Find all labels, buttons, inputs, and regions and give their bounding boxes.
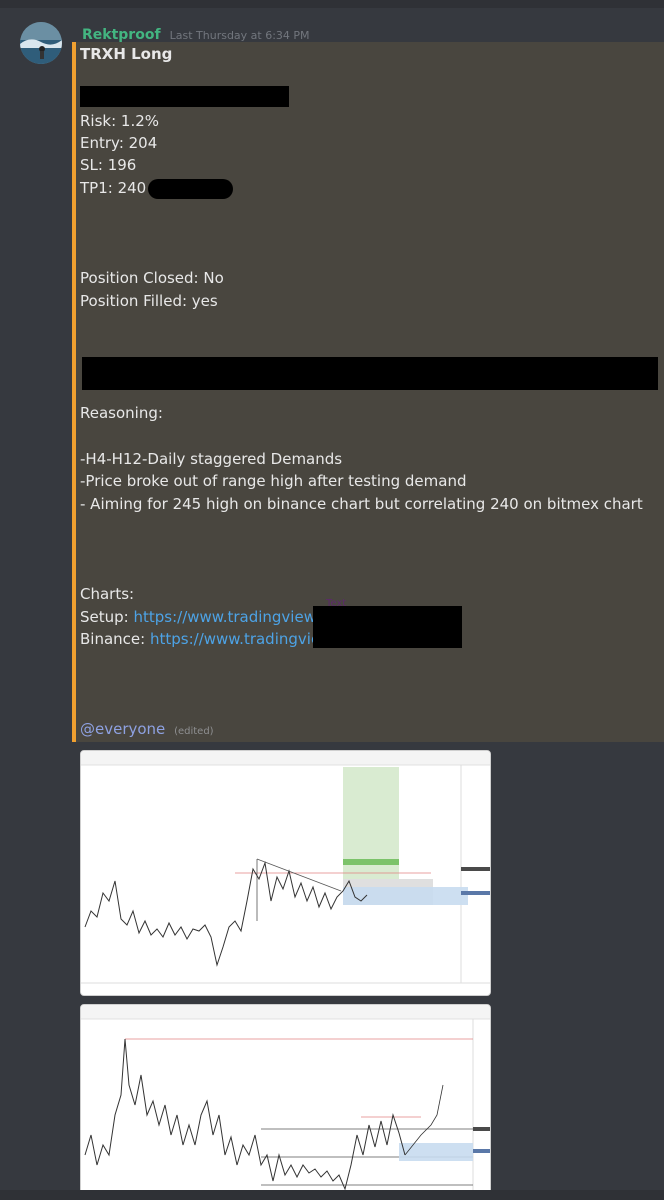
reason-item: -Price broke out of range high after tes… — [80, 472, 467, 490]
chart-image-setup[interactable] — [80, 750, 491, 996]
entry-line: Entry: 204 — [80, 134, 158, 152]
redacted-block — [313, 606, 462, 648]
everyone-mention[interactable]: @everyone — [80, 720, 165, 738]
profile-avatar-icon — [20, 22, 62, 64]
bottom-divider — [0, 1190, 664, 1200]
message-header: Rektproof Last Thursday at 6:34 PM — [82, 24, 310, 43]
charts-heading: Charts: — [80, 585, 135, 603]
position-closed-line: Position Closed: No — [80, 269, 224, 287]
binance-link[interactable]: https://www.tradingview — [150, 630, 332, 648]
timestamp[interactable]: Last Thursday at 6:34 PM — [170, 29, 310, 42]
reason-item: -H4-H12-Daily staggered Demands — [80, 450, 343, 468]
setup-link[interactable]: https://www.tradingview. — [134, 608, 320, 626]
setup-label: Setup: — [80, 608, 129, 626]
overlay-text: Text — [326, 598, 347, 609]
chart-image-binance[interactable] — [80, 1004, 491, 1196]
chart-image-setup-graphic — [81, 751, 490, 995]
username[interactable]: Rektproof — [82, 27, 161, 43]
risk-line: Risk: 1.2% — [80, 112, 160, 130]
setup-line: Setup: https://www.tradingview. — [80, 608, 319, 626]
reasoning-heading: Reasoning: — [80, 404, 163, 422]
sl-line: SL: 196 — [80, 156, 137, 174]
position-filled-line: Position Filled: yes — [80, 292, 218, 310]
binance-line: Binance: https://www.tradingview — [80, 630, 332, 648]
avatar[interactable] — [20, 22, 62, 64]
redacted-block — [82, 357, 658, 390]
tp1-line: TP1: 240 - — [80, 179, 157, 197]
post-title: TRXH Long — [80, 45, 173, 63]
binance-label: Binance: — [80, 630, 146, 648]
redacted-block — [80, 86, 289, 107]
reason-item: - Aiming for 245 high on binance chart b… — [80, 495, 643, 513]
chart-image-binance-graphic — [81, 1005, 490, 1195]
redacted-block — [148, 179, 233, 199]
edited-tag: (edited) — [174, 726, 214, 737]
top-divider — [0, 0, 664, 8]
mention-line: @everyone (edited) — [80, 720, 214, 738]
